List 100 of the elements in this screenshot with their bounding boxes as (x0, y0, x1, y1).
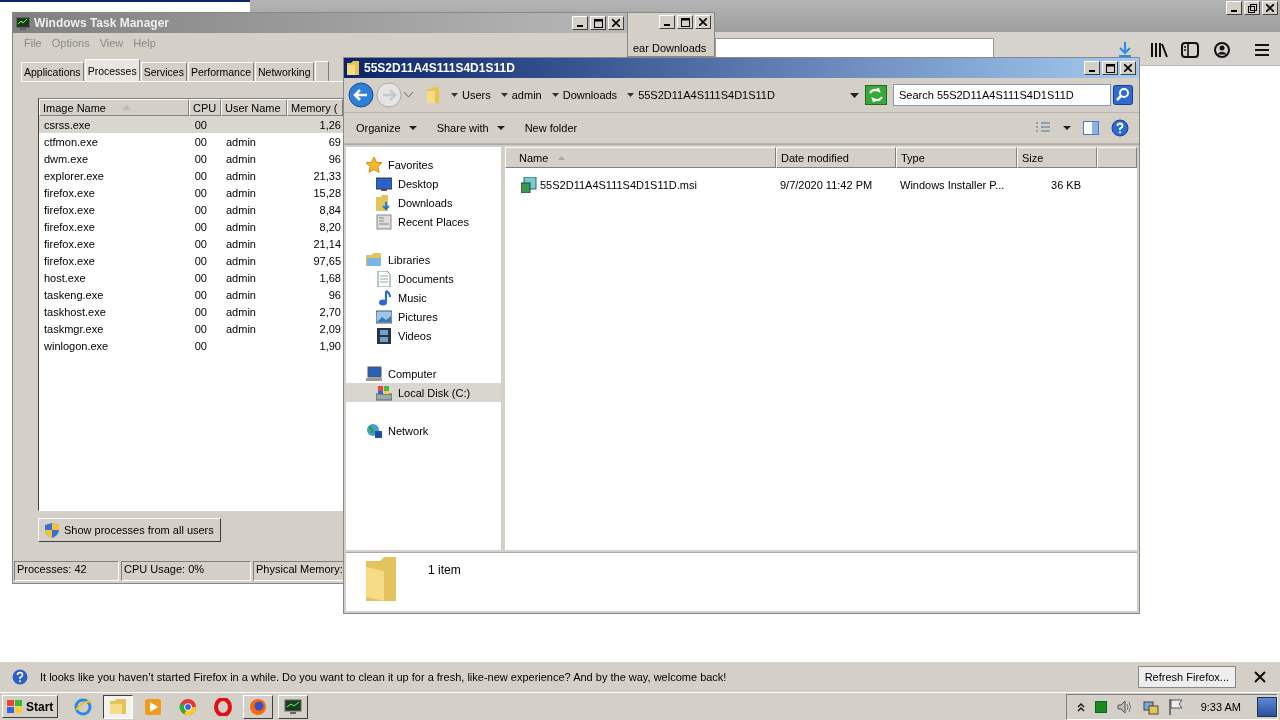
caret-icon[interactable] (1063, 126, 1071, 130)
minimize-button[interactable] (1226, 1, 1242, 15)
caret-icon[interactable] (551, 93, 559, 97)
nav-item[interactable]: Documents (346, 269, 501, 288)
menu-icon[interactable] (1254, 43, 1270, 57)
table-cell-text: firefox.exe (43, 237, 96, 250)
table-cell-text: Windows Installer P... (899, 179, 1006, 191)
refresh-icon[interactable] (865, 85, 887, 105)
account-icon[interactable] (1214, 42, 1230, 58)
caret-icon[interactable] (451, 93, 458, 97)
search-field[interactable]: Search 55S2D11A4S111S4D1S11D (893, 84, 1111, 106)
column-header[interactable]: Image Name (39, 99, 189, 116)
breadcrumb[interactable]: Downloads (562, 89, 618, 101)
nav-item[interactable]: Pictures (346, 307, 501, 326)
address-field[interactable] (715, 38, 994, 58)
column-header[interactable]: Memory ( (287, 99, 343, 116)
chevron-icon[interactable] (1076, 701, 1085, 712)
nav-item[interactable]: Recent Places (346, 212, 501, 231)
close-button[interactable] (1120, 61, 1136, 75)
column-header[interactable]: User Name (221, 99, 287, 116)
preview-pane-icon[interactable] (1083, 121, 1099, 135)
nav-item[interactable]: Music (346, 288, 501, 307)
caret-icon[interactable] (627, 93, 635, 97)
nav-item[interactable]: Desktop (346, 174, 501, 193)
start-button[interactable]: Start (2, 695, 59, 718)
library-icon[interactable] (1150, 42, 1168, 58)
tab[interactable]: Performance (187, 62, 255, 81)
process-row[interactable]: taskhost.exe 00 admin 2,70 (39, 303, 343, 320)
process-row[interactable]: firefox.exe 00 admin 8,20 (39, 218, 343, 235)
refresh-button[interactable]: Refresh Firefox... (1137, 666, 1236, 688)
column-header[interactable]: Type (896, 147, 1017, 168)
help-icon[interactable] (1111, 119, 1129, 137)
restore-button[interactable] (1244, 1, 1260, 15)
tab[interactable]: Processes (84, 59, 140, 81)
speaker-icon[interactable] (1116, 699, 1133, 714)
table-cell-text: 00 (193, 271, 208, 284)
nav-item[interactable]: Local Disk (C:) (346, 383, 501, 402)
breadcrumb[interactable]: Users (462, 89, 491, 101)
column-header[interactable]: Date modified (776, 147, 896, 168)
back-button[interactable] (348, 82, 374, 108)
close-icon[interactable] (1254, 671, 1266, 683)
process-row[interactable]: explorer.exe 00 admin 21,33 (39, 167, 343, 184)
process-row[interactable]: firefox.exe 00 admin 15,28 (39, 184, 343, 201)
nav-item[interactable]: Videos (346, 326, 501, 345)
process-row[interactable]: host.exe 00 admin 1,68 (39, 269, 343, 286)
tab[interactable]: Networking (255, 62, 314, 81)
breadcrumb[interactable]: admin (511, 89, 542, 101)
caret-icon[interactable] (500, 93, 508, 97)
file-row[interactable]: 55S2D11A4S111S4D1S11D.msi 9/7/2020 11:42 PM Windows Installer P... 36 KB (505, 175, 1137, 195)
close-button[interactable] (1262, 1, 1278, 15)
close-button[interactable] (695, 15, 711, 29)
nav-item[interactable]: Favorites (346, 155, 501, 174)
process-row[interactable]: csrss.exe 00 1,26 (39, 116, 343, 133)
toolbar-button[interactable]: Organize (352, 120, 421, 136)
column-header[interactable]: CPU (189, 99, 221, 116)
nav-item[interactable]: Computer (346, 364, 501, 383)
show-desktop-button[interactable] (1257, 696, 1277, 717)
process-row[interactable]: ctfmon.exe 00 admin 69 (39, 133, 343, 150)
maximize-button[interactable] (1102, 61, 1118, 75)
close-button[interactable] (608, 16, 624, 30)
maximize-button[interactable] (677, 15, 693, 29)
table-cell-text: 1,90 (318, 339, 342, 352)
caret-icon[interactable] (850, 92, 859, 98)
process-row[interactable]: taskeng.exe 00 admin 96 (39, 286, 343, 303)
monitor-icon (16, 16, 30, 30)
show-all-button[interactable]: Show processes from all users (38, 518, 221, 542)
process-row[interactable]: firefox.exe 00 admin 97,65 (39, 252, 343, 269)
taskbar-button[interactable] (103, 694, 134, 719)
info-icon (12, 669, 28, 685)
sidebar-icon[interactable] (1181, 42, 1199, 58)
address-bar[interactable]: Users admin Downloads 55S2D11A4S111S4D1S11D (423, 84, 863, 106)
search-icon[interactable] (1113, 85, 1133, 105)
process-row[interactable]: firefox.exe 00 admin 8,84 (39, 201, 343, 218)
column-header[interactable]: Size (1017, 147, 1097, 168)
nav-item[interactable]: Libraries (346, 250, 501, 269)
maximize-button[interactable] (590, 16, 606, 30)
tab[interactable]: Services (140, 62, 187, 81)
process-row[interactable]: taskmgr.exe 00 admin 2,09 (39, 320, 343, 337)
table-cell-text: admin (225, 135, 257, 148)
status-icon[interactable] (1094, 700, 1107, 713)
column-header[interactable]: Name (505, 147, 776, 168)
tab[interactable] (314, 61, 329, 81)
computer-icon (366, 365, 382, 382)
process-row[interactable]: winlogon.exe 00 1,90 (39, 337, 343, 354)
flag-icon[interactable] (1168, 698, 1183, 715)
minimize-button[interactable] (659, 15, 675, 29)
table-cell-text: taskeng.exe (43, 288, 105, 301)
nav-item[interactable]: Downloads (346, 193, 501, 212)
table-cell-text: admin (225, 203, 257, 216)
table-cell-text: ctfmon.exe (43, 135, 99, 148)
nav-item[interactable]: Network (346, 421, 501, 440)
network-icon[interactable] (1142, 698, 1159, 715)
breadcrumb[interactable]: 55S2D11A4S111S4D1S11D (638, 89, 775, 101)
minimize-button[interactable] (572, 16, 588, 30)
toolbar-button[interactable]: New folder (520, 120, 582, 136)
tab[interactable]: Applications (21, 62, 84, 81)
process-row[interactable]: dwm.exe 00 admin 96 (39, 150, 343, 167)
process-row[interactable]: firefox.exe 00 admin 21,14 (39, 235, 343, 252)
toolbar-button[interactable]: Share with (432, 120, 509, 136)
minimize-button[interactable] (1084, 61, 1100, 75)
